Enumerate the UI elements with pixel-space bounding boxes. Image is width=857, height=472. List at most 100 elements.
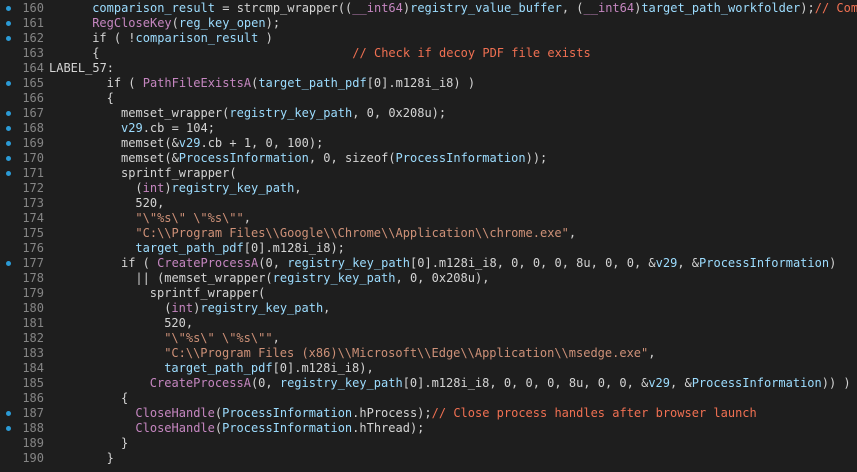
code-line[interactable]: 168 v29.cb = 104; bbox=[0, 121, 857, 136]
code-line[interactable]: 174 "\"%s\" \"%s\"", bbox=[0, 211, 857, 226]
line-number: 188 bbox=[22, 421, 44, 435]
code-token: comparison_result bbox=[92, 1, 216, 15]
breakpoint-dot-icon[interactable] bbox=[6, 126, 11, 131]
code-text: { bbox=[49, 91, 114, 106]
code-token: CreateProcessA bbox=[157, 256, 259, 270]
code-token: ProcessInformation bbox=[222, 421, 353, 435]
line-number: 186 bbox=[22, 391, 44, 405]
code-line[interactable]: 189} bbox=[0, 436, 857, 451]
breakpoint-dot-icon[interactable] bbox=[6, 6, 11, 11]
line-number: 183 bbox=[22, 346, 44, 360]
breakpoint-dot-icon[interactable] bbox=[6, 156, 11, 161]
code-token: memset_wrapper( bbox=[121, 106, 230, 120]
code-line[interactable]: 175 "C:\\Program Files\\Google\\Chrome\\A… bbox=[0, 226, 857, 241]
code-line[interactable]: 180 (int)registry_key_path, bbox=[0, 301, 857, 316]
code-token: = strcmp_wrapper(( bbox=[215, 1, 353, 15]
code-token: // Check if decoy PDF file exists bbox=[352, 46, 591, 60]
code-line[interactable]: 182 "\"%s\" \"%s\"", bbox=[0, 331, 857, 346]
code-token: , bbox=[243, 211, 251, 225]
code-line[interactable]: 183 "C:\\Program Files (x86)\\Microsoft\\… bbox=[0, 346, 857, 361]
code-token: , 0, 0x208u); bbox=[352, 106, 447, 120]
code-token: , bbox=[648, 346, 656, 360]
line-number: 161 bbox=[22, 16, 44, 30]
line-number: 170 bbox=[22, 151, 44, 165]
code-token: .cb = 104; bbox=[142, 121, 215, 135]
code-line[interactable]: 177 if ( CreateProcessA(0, registry_key_p… bbox=[0, 256, 857, 271]
line-number: 180 bbox=[22, 301, 44, 315]
code-line[interactable]: 190} bbox=[0, 451, 857, 466]
line-number: 167 bbox=[22, 106, 44, 120]
code-text: CreateProcessA(0, registry_key_path[0].m… bbox=[49, 376, 851, 391]
code-line[interactable]: 162 if ( !comparison_result ) bbox=[0, 31, 857, 46]
line-number: 169 bbox=[22, 136, 44, 150]
code-line[interactable]: 167 memset_wrapper(registry_key_path, 0, … bbox=[0, 106, 857, 121]
code-token: , bbox=[323, 301, 331, 315]
code-token: registry_key_path bbox=[229, 106, 353, 120]
code-line[interactable]: 185 CreateProcessA(0, registry_key_path[0… bbox=[0, 376, 857, 391]
code-token: ) bbox=[829, 256, 837, 270]
code-token: (0, bbox=[250, 376, 280, 390]
code-line[interactable]: 172 (int)registry_key_path, bbox=[0, 181, 857, 196]
breakpoint-dot-icon[interactable] bbox=[6, 261, 11, 266]
line-number: 177 bbox=[22, 256, 44, 270]
code-line[interactable]: 188 CloseHandle(ProcessInformation.hThrea… bbox=[0, 421, 857, 436]
breakpoint-dot-icon[interactable] bbox=[6, 36, 11, 41]
code-line[interactable]: 173 520, bbox=[0, 196, 857, 211]
code-text: sprintf_wrapper( bbox=[49, 286, 266, 301]
code-token: [0].m128i_i8, 0, 0, 0, 8u, 0, 0, & bbox=[410, 256, 656, 270]
line-number: 163 bbox=[22, 46, 44, 60]
breakpoint-dot-icon[interactable] bbox=[6, 81, 11, 86]
line-number: 181 bbox=[22, 316, 44, 330]
breakpoint-dot-icon[interactable] bbox=[6, 111, 11, 116]
code-line[interactable]: 181 520, bbox=[0, 316, 857, 331]
code-text: 520, bbox=[49, 316, 193, 331]
code-token: target_path_workfolder bbox=[641, 1, 801, 15]
code-line[interactable]: 169 memset(&v29.cb + 1, 0, 100); bbox=[0, 136, 857, 151]
code-text: (int)registry_key_path, bbox=[49, 181, 302, 196]
breakpoint-dot-icon[interactable] bbox=[6, 141, 11, 146]
code-line[interactable]: 170 memset(&ProcessInformation, 0, sizeof… bbox=[0, 151, 857, 166]
code-line[interactable]: 161 RegCloseKey(reg_key_open); bbox=[0, 16, 857, 31]
code-token: } bbox=[106, 451, 114, 465]
code-text: { bbox=[49, 391, 128, 406]
code-line[interactable]: 184 target_path_pdf[0].m128i_i8), bbox=[0, 361, 857, 376]
code-token: ( bbox=[171, 16, 179, 30]
breakpoint-dot-icon[interactable] bbox=[6, 21, 11, 26]
line-number: 165 bbox=[22, 76, 44, 90]
breakpoint-dot-icon[interactable] bbox=[6, 171, 11, 176]
line-number: 190 bbox=[22, 451, 44, 465]
code-text: 520, bbox=[49, 196, 164, 211]
code-token: "\"%s\" \"%s\"" bbox=[164, 331, 273, 345]
code-line[interactable]: 187 CloseHandle(ProcessInformation.hProce… bbox=[0, 406, 857, 421]
code-text: { // Check if decoy PDF file exists bbox=[49, 46, 591, 61]
code-line[interactable]: 186 { bbox=[0, 391, 857, 406]
line-number: 182 bbox=[22, 331, 44, 345]
code-line[interactable]: 160 comparison_result = strcmp_wrapper((_… bbox=[0, 1, 857, 16]
code-token: { bbox=[106, 91, 114, 105]
code-line[interactable]: 178 || (memset_wrapper(registry_key_path,… bbox=[0, 271, 857, 286]
code-token: ); bbox=[265, 16, 281, 30]
code-line[interactable]: 164 LABEL_57: bbox=[0, 61, 857, 76]
code-line[interactable]: 163 { // Check if decoy PDF file exists bbox=[0, 46, 857, 61]
breakpoint-dot-icon[interactable] bbox=[6, 426, 11, 431]
code-text: "\"%s\" \"%s\"", bbox=[49, 331, 280, 346]
code-line[interactable]: 179 sprintf_wrapper( bbox=[0, 286, 857, 301]
code-token: 520, bbox=[135, 196, 165, 210]
code-token: LABEL_57: bbox=[49, 61, 115, 75]
breakpoint-dot-icon[interactable] bbox=[6, 411, 11, 416]
code-text: v29.cb = 104; bbox=[49, 121, 215, 136]
code-token: )) ) bbox=[821, 376, 851, 390]
code-token: RegCloseKey bbox=[92, 16, 172, 30]
code-token: (0, bbox=[258, 256, 288, 270]
code-token: reg_key_open bbox=[178, 16, 266, 30]
code-line[interactable]: 171 sprintf_wrapper( bbox=[0, 166, 857, 181]
code-line[interactable]: 165 if ( PathFileExistsA(target_path_pdf[… bbox=[0, 76, 857, 91]
code-token: registry_key_path bbox=[200, 301, 324, 315]
code-line[interactable]: 166 { bbox=[0, 91, 857, 106]
line-number: 175 bbox=[22, 226, 44, 240]
code-line[interactable]: 176 target_path_pdf[0].m128i_i8); bbox=[0, 241, 857, 256]
code-token: || (memset_wrapper( bbox=[135, 271, 273, 285]
code-editor[interactable]: 160 comparison_result = strcmp_wrapper((_… bbox=[0, 0, 857, 472]
code-token: int bbox=[142, 181, 165, 195]
code-token: , bbox=[294, 181, 302, 195]
